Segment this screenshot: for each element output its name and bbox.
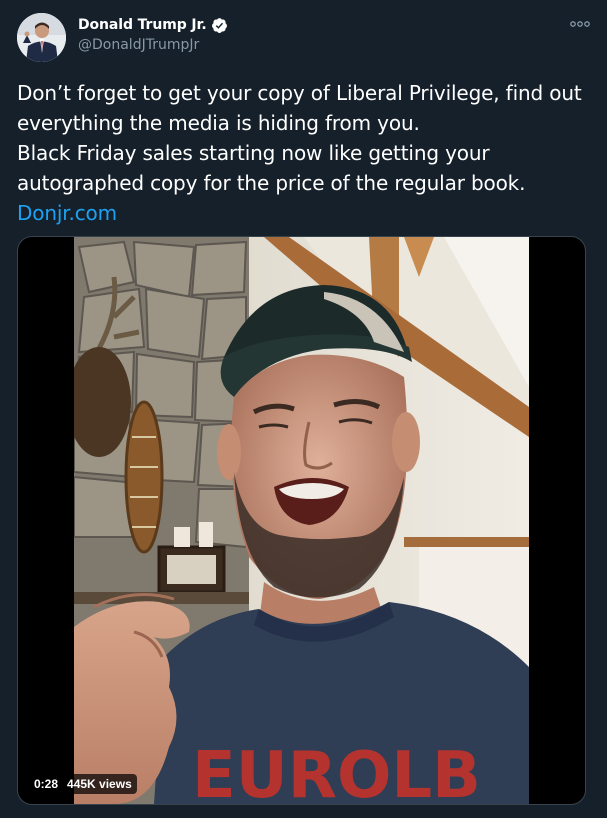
video-views: 445K views (67, 777, 132, 791)
video-duration: 0:28 (34, 777, 59, 791)
author-names: Donald Trump Jr. @DonaldJTrumpJr (78, 15, 228, 53)
video-player[interactable]: EUROLB 0:28 445K views (17, 236, 586, 805)
video-thumbnail: EUROLB (74, 237, 529, 804)
tweet-header: Donald Trump Jr. @DonaldJTrumpJr (17, 13, 592, 63)
tweet-card: Donald Trump Jr. @DonaldJTrumpJr Don’t f… (0, 0, 607, 818)
tweet-line-2: Black Friday sales starting now like get… (17, 141, 526, 195)
shirt-text: EUROLB (192, 739, 481, 804)
video-stats-badge: 0:28 445K views (29, 774, 137, 794)
tweet-line-1: Don’t forget to get your copy of Liberal… (17, 81, 582, 135)
more-dots-icon[interactable] (568, 15, 592, 33)
display-name[interactable]: Donald Trump Jr. (78, 17, 207, 33)
website-link[interactable]: Donjr.com (17, 201, 117, 225)
display-name-row[interactable]: Donald Trump Jr. (78, 15, 228, 35)
profile-photo-icon (17, 13, 66, 62)
author-handle[interactable]: @DonaldJTrumpJr (78, 37, 228, 53)
tweet-text: Don’t forget to get your copy of Liberal… (17, 78, 592, 228)
verified-check-icon (211, 17, 228, 34)
avatar[interactable] (17, 13, 66, 62)
